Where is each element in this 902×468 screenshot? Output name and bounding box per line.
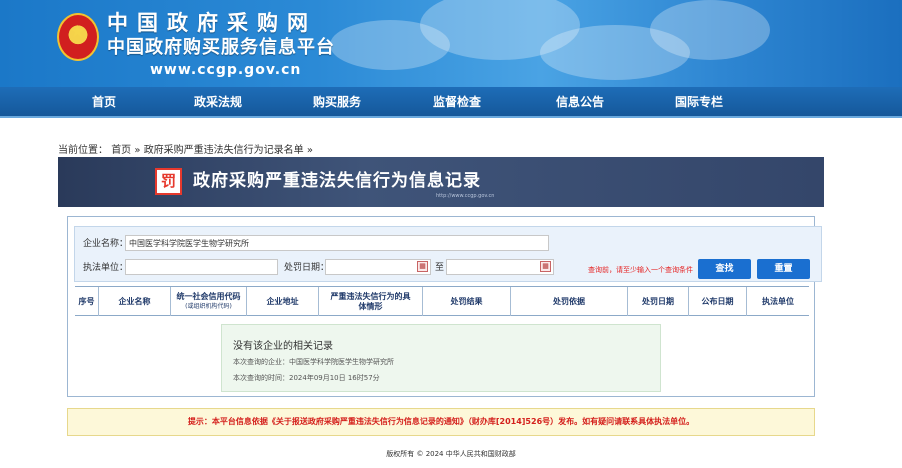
column-header-index: 序号 [75,287,99,316]
company-name-input[interactable] [125,235,549,251]
site-logo-subtitle: 中国政府购买服务信息平台 [107,37,335,58]
date-to-label: 至 [435,263,445,273]
agency-input[interactable] [125,259,278,275]
banner-url: http://www.ccgp.gov.cn [436,193,495,199]
breadcrumb-separator: » [134,145,141,156]
column-header-penalty-result: 处罚结果 [423,287,511,316]
query-button[interactable]: 查找 [698,259,751,279]
breadcrumb-home-link[interactable]: 首页 [111,145,131,156]
calendar-icon[interactable]: ▦ [417,261,428,272]
nav-item-home[interactable]: 首页 [64,87,144,118]
nav-item-regulations[interactable]: 政采法规 [178,87,258,118]
penalty-date-label: 处罚日期： [284,263,330,273]
credit-code-label: 统一社会信用代码 [176,291,241,301]
column-header-penalty-date: 处罚日期 [628,287,689,316]
nav-item-international[interactable]: 国际专栏 [659,87,739,118]
column-header-address: 企业地址 [247,287,319,316]
footer-copyright: 版权所有 © 2024 中华人民共和国财政部 [386,450,516,458]
query-time-line: 本次查询的时间：2024年09月10日 16时57分 [233,374,380,382]
calendar-icon[interactable]: ▦ [540,261,551,272]
search-hint: 查询前，请至少输入一个查询条件 [588,266,693,274]
nav-item-announcements[interactable]: 信息公告 [540,87,620,118]
breadcrumb-separator: » [306,145,313,156]
results-table-header: 序号 企业名称 统一社会信用代码 (或组织机构代码) 企业地址 严重违法失信行为… [75,286,809,316]
breadcrumb: 当前位置： 首页 » 政府采购严重违法失信行为记录名单 » [58,141,313,156]
page-banner: 罚 政府采购严重违法失信行为信息记录 http://www.ccgp.gov.c… [58,157,824,207]
no-result-title: 没有该企业的相关记录 [233,341,333,352]
breadcrumb-current-link[interactable]: 政府采购严重违法失信行为记录名单 [144,145,304,156]
national-emblem-icon: ★ [57,13,99,61]
company-name-label: 企业名称： [83,239,129,249]
queried-company-line: 本次查询的企业：中国医学科学院医学生物学研究所 [233,358,394,366]
main-nav: 首页 政采法规 购买服务 监督检查 信息公告 国际专栏 [0,87,902,118]
column-header-company: 企业名称 [99,287,171,316]
site-logo-url: www.ccgp.gov.cn [150,62,302,78]
reset-button[interactable]: 重置 [757,259,810,279]
notice-bar: 提示：本平台信息依据《关于报送政府采购严重违法失信行为信息记录的通知》（财办库[… [67,408,815,436]
site-logo-title[interactable]: 中国政府采购网 [107,11,317,35]
breadcrumb-prefix: 当前位置： [58,145,108,156]
nav-item-purchase-services[interactable]: 购买服务 [297,87,377,118]
date-to-input[interactable]: ▦ [446,259,554,275]
column-header-violation: 严重违法失信行为的具体情形 [319,287,423,316]
date-from-input[interactable]: ▦ [325,259,431,275]
cloud-decoration [650,0,770,60]
column-header-penalty-basis: 处罚依据 [511,287,628,316]
penalty-seal-icon: 罚 [155,168,182,195]
site-header: ★ 中国政府采购网 中国政府购买服务信息平台 www.ccgp.gov.cn [0,0,902,87]
page-title: 政府采购严重违法失信行为信息记录 [193,171,481,191]
credit-code-note: (或组织机构代码) [185,302,232,310]
column-header-agency: 执法单位 [762,296,794,306]
nav-item-supervision[interactable]: 监督检查 [417,87,497,118]
agency-label: 执法单位： [83,263,129,273]
column-header-credit-code: 统一社会信用代码 (或组织机构代码) [171,287,247,316]
column-header-publish-date: 公布日期 [689,287,747,316]
